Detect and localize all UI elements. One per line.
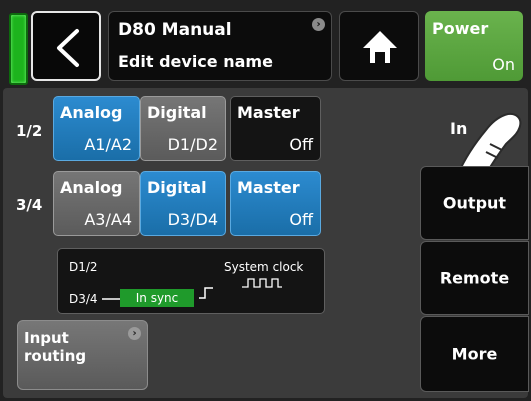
power-button[interactable]: Power On	[425, 11, 523, 81]
input-routing-line2: routing	[24, 347, 87, 365]
status-led	[9, 13, 28, 85]
tile-value: Off	[289, 210, 313, 229]
device-name: D80 Manual	[118, 20, 232, 40]
master-1-2-button[interactable]: Master Off	[230, 96, 321, 161]
tab-output[interactable]: Output	[420, 166, 529, 240]
tile-label: Master	[237, 103, 300, 122]
master-3-4-button[interactable]: Master Off	[230, 171, 321, 236]
device-subtitle: Edit device name	[118, 52, 273, 71]
row-label-1-2: 1/2	[16, 122, 43, 140]
tile-value: D3/D4	[167, 210, 218, 229]
tile-value: A1/A2	[84, 135, 132, 154]
home-button[interactable]	[339, 11, 419, 81]
power-label: Power	[432, 19, 489, 38]
tile-label: Analog	[60, 178, 123, 197]
tab-more[interactable]: More	[420, 316, 529, 392]
tile-label: Analog	[60, 103, 123, 122]
tab-output-label: Output	[442, 193, 507, 213]
sync-d3-4-label: D3/4	[69, 292, 98, 306]
device-title-button[interactable]: D80 Manual Edit device name ›	[108, 11, 332, 81]
back-button[interactable]	[31, 11, 101, 81]
input-routing-line1: Input	[24, 329, 69, 347]
sync-status-badge: In sync	[120, 289, 194, 307]
sync-step-icon	[199, 287, 213, 299]
sync-d1-2-label: D1/2	[69, 260, 98, 274]
analog-3-4-button[interactable]: Analog A3/A4	[53, 171, 140, 236]
digital-1-2-button[interactable]: Digital D1/D2	[140, 96, 226, 161]
digital-3-4-button[interactable]: Digital D3/D4	[140, 171, 226, 236]
input-routing-button[interactable]: Input routing ›	[17, 320, 148, 390]
sync-status-box: D1/2 D3/4 In sync System clock	[57, 248, 325, 314]
home-icon	[363, 31, 397, 63]
tile-value: Off	[289, 135, 313, 154]
chevron-right-icon: ›	[128, 327, 141, 340]
tile-label: Digital	[147, 178, 207, 197]
back-arrow-icon	[57, 29, 79, 67]
input-routing-label: Input routing	[24, 329, 86, 365]
power-state: On	[492, 55, 515, 74]
tab-remote[interactable]: Remote	[420, 241, 529, 315]
system-clock-label: System clock	[224, 260, 304, 274]
tab-remote-label: Remote	[439, 268, 510, 288]
analog-1-2-button[interactable]: Analog A1/A2	[53, 96, 140, 161]
tile-label: Master	[237, 178, 300, 197]
tab-more-label: More	[451, 344, 498, 364]
clock-waveform-icon	[242, 278, 282, 288]
chevron-right-icon: ›	[312, 18, 325, 31]
tile-label: Digital	[147, 103, 207, 122]
tile-value: A3/A4	[84, 210, 132, 229]
tile-value: D1/D2	[167, 135, 218, 154]
row-label-3-4: 3/4	[16, 196, 43, 214]
device-screen: D80 Manual Edit device name › Power On 1…	[0, 0, 531, 401]
